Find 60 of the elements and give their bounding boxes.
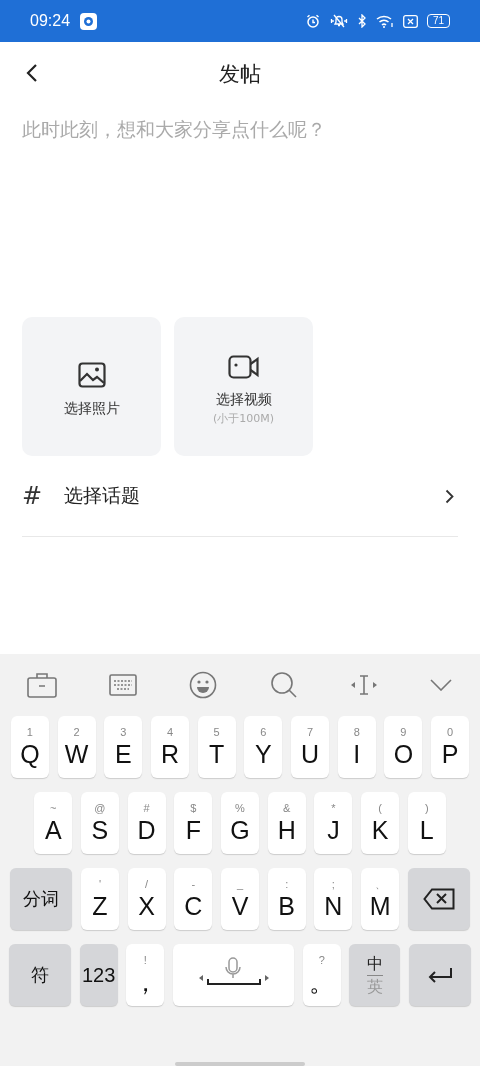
search-icon[interactable] <box>269 671 298 699</box>
keyboard-key[interactable]: 2 W <box>57 716 96 778</box>
post-input-field[interactable]: 此时此刻，想和大家分享点什么呢？ <box>22 117 458 317</box>
keyboard-key[interactable]: ; N <box>314 868 353 930</box>
sim-icon <box>402 14 418 28</box>
keyboard-key[interactable]: 5 T <box>197 716 236 778</box>
keyboard-key[interactable]: * J <box>314 792 353 854</box>
keyboard-key[interactable]: / X <box>127 868 166 930</box>
keyboard-key[interactable]: ( K <box>361 792 400 854</box>
bluetooth-icon <box>357 14 367 28</box>
status-time: 09:24 <box>30 12 71 30</box>
space-key[interactable] <box>173 944 294 1006</box>
page-title: 发帖 <box>219 60 261 88</box>
keyboard-key[interactable]: ~ A <box>34 792 73 854</box>
enter-key[interactable] <box>409 944 472 1006</box>
keyboard-key[interactable]: 123 <box>79 944 118 1006</box>
keyboard-key[interactable]: ? 。 <box>302 944 341 1006</box>
chevron-right-icon <box>445 488 454 504</box>
battery-indicator: 71 <box>426 14 450 28</box>
back-icon[interactable] <box>26 63 38 83</box>
cursor-move-icon[interactable] <box>349 674 378 696</box>
keyboard-icon[interactable] <box>109 673 138 697</box>
keyboard-key[interactable]: ) L <box>407 792 446 854</box>
keyboard-key[interactable]: ' Z <box>80 868 119 930</box>
keyboard-key[interactable]: & H <box>267 792 306 854</box>
keyboard-key[interactable]: 4 R <box>150 716 189 778</box>
backspace-icon <box>422 888 455 910</box>
select-photo-button[interactable]: 选择照片 <box>22 317 161 456</box>
image-icon <box>77 362 106 388</box>
select-topic-row[interactable]: # 选择话题 <box>22 456 458 537</box>
keyboard-key[interactable]: 7 U <box>291 716 330 778</box>
keyboard-key[interactable]: 中 英 <box>349 944 401 1006</box>
keyboard-key[interactable]: _ V <box>221 868 259 930</box>
keyboard-key[interactable]: : B <box>267 868 306 930</box>
keyboard-key[interactable]: 9 O <box>384 716 423 778</box>
keyboard-key[interactable]: ! ， <box>126 944 165 1006</box>
keyboard-key[interactable]: @ S <box>80 792 119 854</box>
keyboard-key[interactable]: - C <box>174 868 213 930</box>
video-camera-icon <box>228 354 259 379</box>
keyboard-key[interactable]: 3 E <box>104 716 143 778</box>
app-notification-icon <box>80 12 98 30</box>
keyboard-key[interactable]: 0 P <box>431 716 470 778</box>
keyboard-key[interactable]: % G <box>221 792 259 854</box>
keyboard-key[interactable]: # D <box>127 792 166 854</box>
keyboard-key[interactable]: 1 Q <box>10 716 49 778</box>
collapse-icon[interactable] <box>429 679 452 691</box>
briefcase-icon[interactable] <box>27 672 57 698</box>
keyboard-key[interactable]: 、 M <box>361 868 400 930</box>
keyboard-key[interactable]: 符 <box>8 944 71 1006</box>
keyboard-key[interactable]: 分词 <box>10 868 73 930</box>
keyboard-key[interactable]: $ F <box>174 792 213 854</box>
mute-icon <box>328 14 349 28</box>
keyboard-key[interactable]: 6 Y <box>244 716 283 778</box>
alarm-icon <box>305 14 320 28</box>
backspace-key[interactable] <box>407 868 470 930</box>
enter-icon <box>427 967 454 983</box>
emoji-icon[interactable] <box>189 671 218 699</box>
wifi-icon <box>375 14 394 28</box>
select-video-button[interactable]: 选择视频 (小于100M) <box>174 317 313 456</box>
keyboard-key[interactable]: 8 I <box>337 716 376 778</box>
